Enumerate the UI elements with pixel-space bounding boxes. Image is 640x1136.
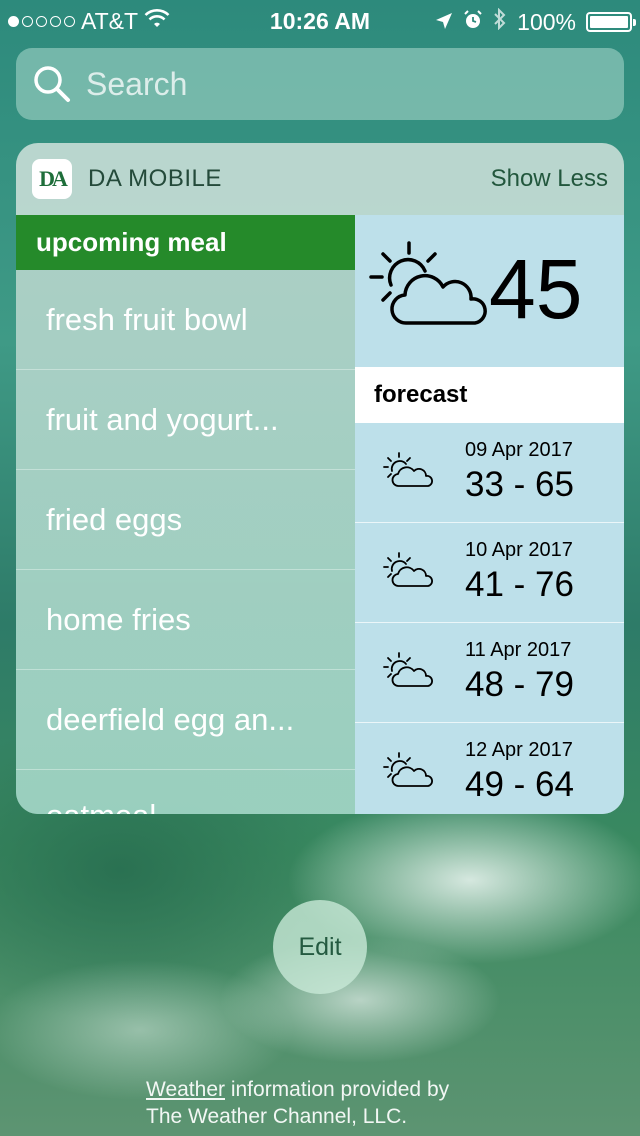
alarm-icon [463,9,483,36]
partly-cloudy-icon [369,237,491,337]
weather-panel: 45 forecast 09 Apr 2017 33 - 65 10 Apr 2… [355,215,624,814]
meal-item[interactable]: deerfield egg an... [16,670,355,770]
attribution-line-2: The Weather Channel, LLC. [146,1105,408,1128]
meal-item[interactable]: fruit and yogurt... [16,370,355,470]
edit-label: Edit [298,932,342,961]
forecast-date: 11 Apr 2017 [465,639,572,661]
forecast-date: 09 Apr 2017 [465,439,573,461]
attribution-text: information provided by [225,1078,450,1101]
meal-header: upcoming meal [16,215,355,270]
widget-title: DA MOBILE [88,165,222,192]
status-bar: AT&T 10:26 AM 100% [0,0,640,40]
forecast-date: 12 Apr 2017 [465,739,573,761]
meal-item[interactable]: fresh fruit bowl [16,270,355,370]
app-icon-logo: DA [39,166,68,191]
search-bar[interactable]: Search [16,48,624,120]
forecast-row: 10 Apr 2017 41 - 76 [355,523,624,623]
forecast-date: 10 Apr 2017 [465,539,573,561]
forecast-range: 33 - 65 [465,465,574,504]
forecast-range: 48 - 79 [465,665,574,704]
location-arrow-icon [435,9,453,36]
meal-item[interactable]: oatmeal [16,770,355,814]
weather-link[interactable]: Weather [146,1078,225,1101]
meal-item[interactable]: fried eggs [16,470,355,570]
forecast-row: 09 Apr 2017 33 - 65 [355,423,624,523]
search-icon [32,64,72,104]
forecast-row: 11 Apr 2017 48 - 79 [355,623,624,723]
meal-panel: upcoming meal fresh fruit bowl fruit and… [16,215,355,814]
battery-percent: 100% [517,8,576,35]
forecast-header: forecast [355,367,624,423]
widget-header: DA DA MOBILE Show Less [16,143,624,215]
attribution-line-1: Weather information provided by [146,1076,449,1103]
meal-item[interactable]: home fries [16,570,355,670]
search-placeholder: Search [86,65,188,102]
show-less-button[interactable]: Show Less [491,165,608,193]
da-mobile-widget: DA DA MOBILE Show Less upcoming meal fre… [16,143,624,814]
app-icon[interactable]: DA [32,159,72,199]
forecast-row: 12 Apr 2017 49 - 64 [355,723,624,814]
forecast-range: 49 - 64 [465,765,574,804]
current-temperature: 45 [489,242,583,336]
bluetooth-icon [493,7,507,36]
forecast-range: 41 - 76 [465,565,574,604]
current-weather: 45 [355,215,624,366]
weather-attribution: Weather information provided by The Weat… [146,1076,449,1130]
edit-button[interactable]: Edit [273,900,367,994]
status-right: 100% [435,7,636,36]
battery-icon [586,12,636,32]
